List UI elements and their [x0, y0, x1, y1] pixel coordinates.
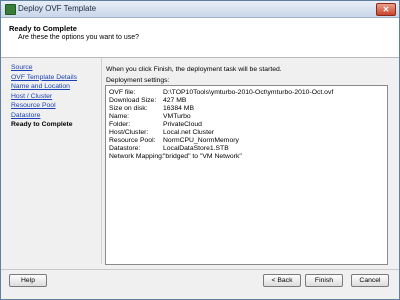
step-source[interactable]: Source	[11, 63, 101, 72]
back-button[interactable]: < Back	[263, 274, 301, 287]
nav-divider	[101, 58, 102, 264]
close-button[interactable]: ✕	[376, 3, 396, 16]
help-button[interactable]: Help	[9, 274, 47, 287]
setting-key: Network Mapping:	[109, 153, 164, 160]
setting-value: 427 MB	[163, 97, 187, 104]
setting-key: Resource Pool:	[109, 137, 156, 144]
app-icon	[5, 4, 16, 15]
setting-key: Folder:	[109, 121, 131, 128]
page-title: Ready to Complete	[9, 24, 77, 33]
deployment-settings-box: OVF file: D:\TOP10Tools\ymturbo-2010-Oct…	[105, 85, 388, 265]
wizard-steps-nav: Source OVF Template Details Name and Loc…	[11, 63, 101, 130]
setting-key: Datastore:	[109, 145, 141, 152]
setting-key: Size on disk:	[109, 105, 148, 112]
step-ready-to-complete: Ready to Complete	[11, 121, 73, 128]
cancel-button[interactable]: Cancel	[351, 274, 389, 287]
finish-button[interactable]: Finish	[305, 274, 343, 287]
step-host-cluster[interactable]: Host / Cluster	[11, 92, 101, 101]
step-datastore[interactable]: Datastore	[11, 111, 101, 120]
setting-value: VMTurbo	[163, 113, 191, 120]
wizard-header: Ready to Complete Are these the options …	[1, 18, 399, 58]
setting-value: Local.net Cluster	[163, 129, 215, 136]
deployment-settings-label: Deployment settings:	[106, 77, 170, 84]
page-subtitle: Are these the options you want to use?	[18, 34, 140, 41]
window-title: Deploy OVF Template	[18, 4, 97, 13]
setting-value: NormCPU_NormMemory	[163, 137, 239, 144]
setting-value: D:\TOP10Tools\ymturbo-2010-Oct\ymturbo-2…	[163, 89, 334, 96]
setting-value: PrivateCloud	[163, 121, 202, 128]
deploy-ovf-window: Deploy OVF Template ✕ Ready to Complete …	[0, 0, 400, 300]
setting-key: Host/Cluster:	[109, 129, 149, 136]
setting-value: LocalDataStore1.STB	[163, 145, 229, 152]
setting-key: Download Size:	[109, 97, 157, 104]
setting-key: OVF file:	[109, 89, 136, 96]
step-name-and-location[interactable]: Name and Location	[11, 82, 101, 91]
finish-intro-text: When you click Finish, the deployment ta…	[106, 66, 282, 73]
setting-value: "bridged" to "VM Network"	[163, 153, 242, 160]
title-bar: Deploy OVF Template ✕	[1, 1, 399, 18]
step-resource-pool[interactable]: Resource Pool	[11, 101, 101, 110]
setting-key: Name:	[109, 113, 130, 120]
footer-separator	[1, 269, 399, 270]
setting-value: 16384 MB	[163, 105, 194, 112]
step-ovf-template-details[interactable]: OVF Template Details	[11, 73, 101, 82]
